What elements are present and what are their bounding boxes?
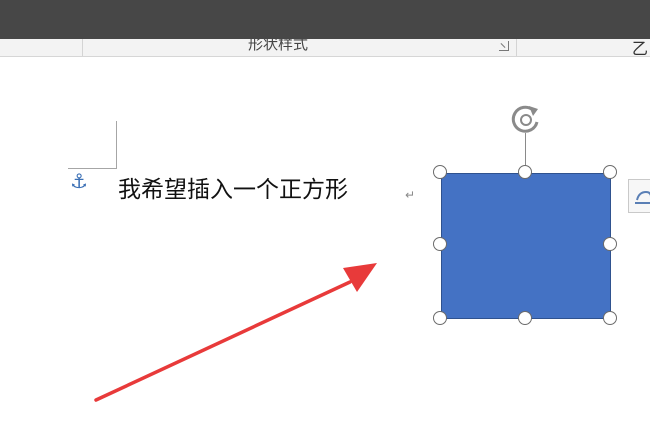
annotation-arrow: [94, 263, 377, 402]
